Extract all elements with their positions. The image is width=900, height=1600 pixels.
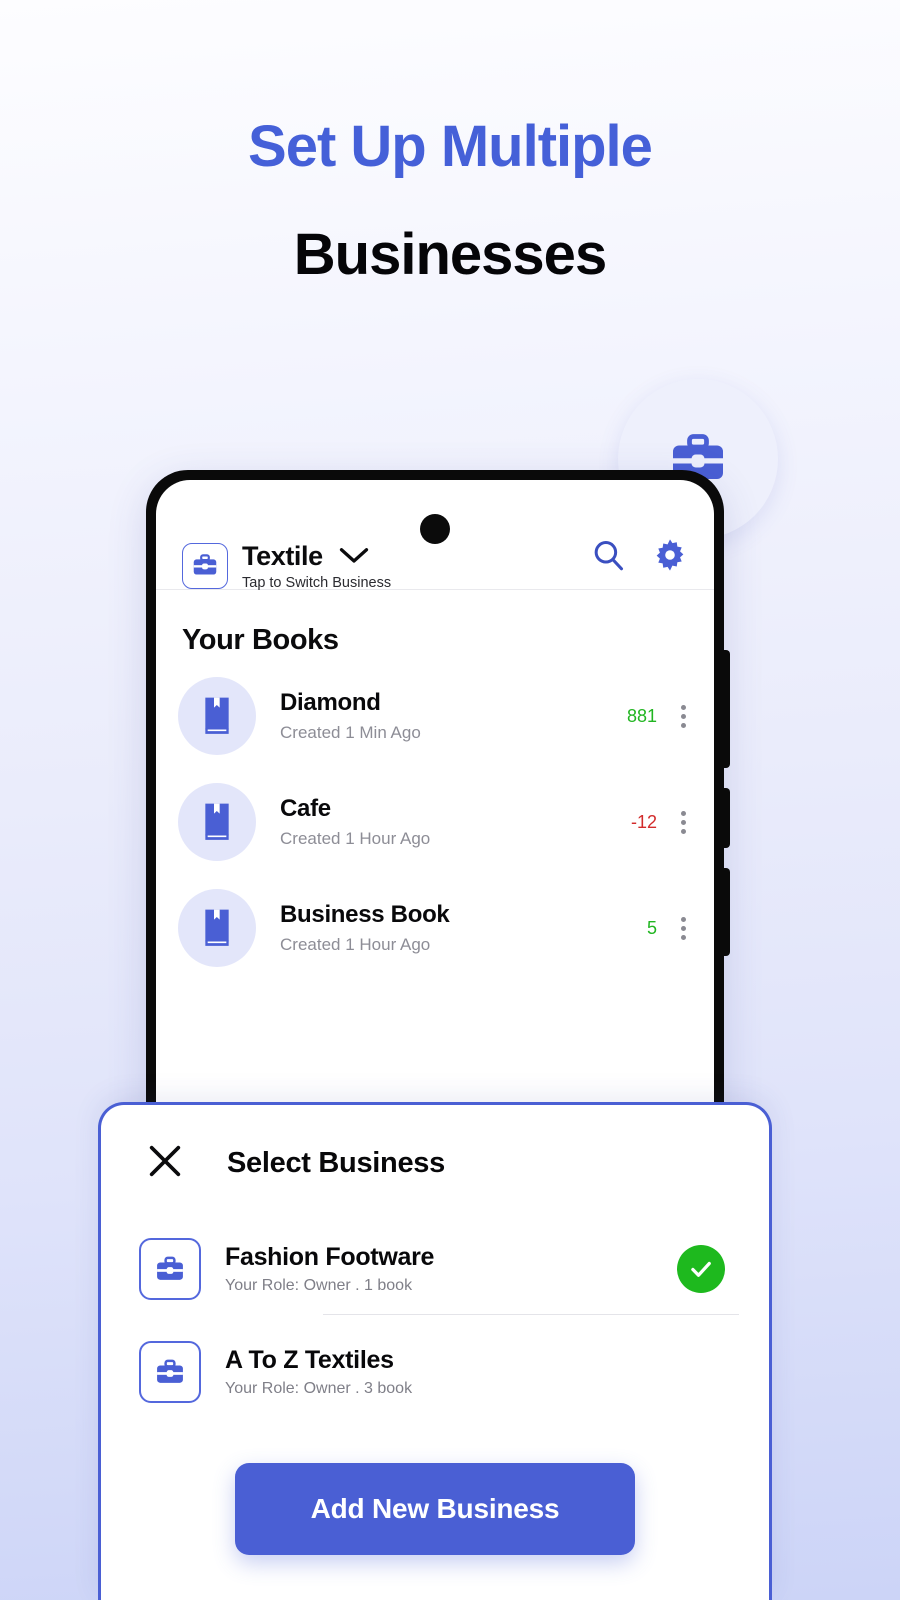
sheet-header: Select Business [101,1105,769,1186]
current-business-name: Textile [242,540,323,571]
business-icon [139,1238,201,1300]
book-list-item[interactable]: Cafe Created 1 Hour Ago -12 [156,769,714,875]
briefcase-icon [193,554,217,575]
business-option-row[interactable]: Fashion Footware Your Role: Owner . 1 bo… [101,1220,769,1314]
book-info: Cafe Created 1 Hour Ago [280,795,631,849]
business-info: Fashion Footware Your Role: Owner . 1 bo… [225,1243,677,1295]
page-headline: Set Up Multiple Businesses [0,118,900,284]
book-icon [205,697,229,734]
book-icon [205,909,229,946]
phone-volume-down-button[interactable] [720,788,730,848]
book-avatar [178,889,256,967]
phone-camera-punchhole [420,514,450,544]
check-circle-icon [677,1245,725,1293]
switch-business-hint: Tap to Switch Business [242,574,392,591]
header-actions [590,537,688,594]
book-avatar [178,677,256,755]
books-section-title: Your Books [182,624,339,656]
book-amount: 5 [646,917,657,938]
book-icon [205,803,229,840]
book-avatar [178,783,256,861]
headline-line-1: Set Up Multiple [248,114,653,179]
phone-volume-up-button[interactable] [720,650,730,768]
phone-power-button[interactable] [720,868,730,956]
book-name: Diamond [280,689,381,716]
add-new-business-button[interactable]: Add New Business [235,1463,635,1555]
phone-mockup: Textile Tap to Switch Business Your Book… [146,470,730,1130]
sheet-title: Select Business [227,1147,445,1179]
briefcase-icon [157,1256,183,1280]
search-icon[interactable] [590,537,626,578]
phone-screen: Textile Tap to Switch Business Your Book… [156,480,714,1130]
book-info: Business Book Created 1 Hour Ago [280,901,647,955]
book-name: Business Book [280,901,450,928]
chevron-down-icon[interactable] [339,547,369,565]
headline-line-2: Businesses [293,222,607,287]
book-info: Diamond Created 1 Min Ago [280,689,627,743]
gear-icon[interactable] [652,537,688,578]
select-business-sheet: Select Business Fashion Footware Your Ro… [98,1102,772,1600]
kebab-menu-icon[interactable] [675,913,692,944]
briefcase-icon [157,1359,183,1383]
book-created: Created 1 Hour Ago [280,935,431,954]
book-created: Created 1 Min Ago [280,723,421,742]
book-amount: 881 [626,705,657,726]
business-icon [139,1341,201,1403]
book-list-item[interactable]: Diamond Created 1 Min Ago 881 [156,663,714,769]
business-meta: Your Role: Owner . 1 book [225,1277,413,1294]
kebab-menu-icon[interactable] [675,807,692,838]
book-name: Cafe [280,795,331,822]
business-name: A To Z Textiles [225,1346,394,1374]
close-icon[interactable] [145,1141,185,1186]
business-logo-button[interactable] [182,542,228,589]
book-amount: -12 [630,811,657,832]
business-switcher[interactable]: Textile Tap to Switch Business [242,541,590,591]
book-created: Created 1 Hour Ago [280,829,431,848]
business-name: Fashion Footware [225,1243,435,1271]
business-option-row[interactable]: A To Z Textiles Your Role: Owner . 3 boo… [101,1315,769,1417]
business-info: A To Z Textiles Your Role: Owner . 3 boo… [225,1346,725,1398]
book-list-item[interactable]: Business Book Created 1 Hour Ago 5 [156,875,714,981]
business-switcher-row: Textile [242,541,590,572]
business-meta: Your Role: Owner . 3 book [225,1380,413,1397]
kebab-menu-icon[interactable] [675,701,692,732]
